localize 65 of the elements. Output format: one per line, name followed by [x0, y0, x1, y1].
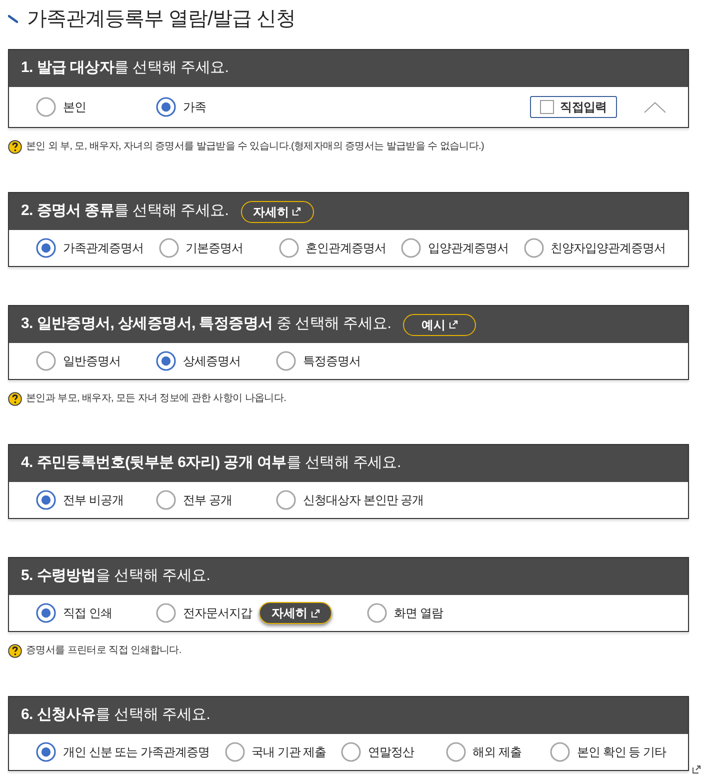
option-label: 전부 비공개 — [63, 492, 124, 509]
radio-button[interactable] — [446, 742, 466, 762]
help-icon — [8, 140, 22, 154]
radio-button[interactable] — [156, 97, 176, 117]
option-label: 일반증명서 — [63, 353, 120, 370]
radio-button[interactable] — [367, 603, 387, 623]
option-label: 혼인관계증명서 — [306, 240, 386, 257]
radio-button[interactable] — [401, 238, 421, 258]
section-heading: 4. 주민등록번호(뒷부분 6자리) 공개 여부를 선택해 주세요. — [21, 453, 401, 474]
external-link-icon — [448, 320, 458, 329]
option-label: 가족관계증명서 — [63, 240, 144, 257]
radio-button[interactable] — [224, 742, 245, 762]
radio-button[interactable] — [36, 490, 56, 510]
help-note: 증명서를 프린터로 직접 인쇄합니다. — [26, 644, 182, 658]
title-mark-icon — [8, 14, 18, 22]
section-heading: 3. 일반증명서, 상세증명서, 특정증명서 중 선택해 주세요. — [21, 314, 392, 334]
external-link-icon — [292, 207, 302, 216]
radio-button[interactable] — [36, 742, 56, 762]
section-heading: 5. 수령방법을 선택해 주세요. — [21, 566, 210, 586]
option-label: 전부 공개 — [183, 492, 232, 509]
radio-button[interactable] — [36, 238, 56, 258]
option-label: 화면 열람 — [394, 605, 443, 622]
external-link-icon — [692, 765, 701, 774]
option-label: 전자문서지갑 — [183, 605, 252, 622]
radio-button[interactable] — [36, 603, 56, 623]
radio-button[interactable] — [276, 490, 296, 510]
detail-button[interactable]: 예시 — [403, 314, 476, 336]
radio-button[interactable] — [158, 238, 178, 258]
option-label: 상세증명서 — [183, 353, 240, 370]
radio-button[interactable] — [156, 351, 176, 371]
radio-button[interactable] — [276, 351, 296, 371]
option-label: 해외 제출 — [472, 744, 522, 761]
radio-button[interactable] — [36, 351, 56, 371]
option-label: 특정증명서 — [303, 353, 360, 370]
option-label: 본인 — [63, 99, 86, 116]
detail-button[interactable]: 자세히 — [259, 602, 332, 624]
option-label: 개인 신분 또는 가족관계증명 — [63, 744, 210, 761]
radio-button[interactable] — [278, 238, 298, 258]
radio-button[interactable] — [156, 603, 176, 623]
section-heading: 6. 신청사유를 선택해 주세요. — [21, 705, 210, 726]
help-icon — [8, 644, 22, 658]
radio-button[interactable] — [550, 742, 570, 762]
help-icon — [8, 392, 22, 406]
page-title: 가족관계등록부 열람/발급 신청 — [27, 6, 296, 32]
option-label: 기본증명서 — [186, 240, 243, 257]
option-label: 가족 — [183, 99, 206, 116]
section-heading: 2. 증명서 종류를 선택해 주세요. — [21, 201, 229, 222]
radio-button[interactable] — [524, 238, 544, 258]
option-label: 연말정산 — [368, 744, 414, 761]
external-link-icon — [310, 608, 320, 618]
radio-button[interactable] — [36, 97, 56, 117]
radio-button[interactable] — [341, 742, 362, 762]
option-label: 친양자입양관계증명서 — [550, 240, 666, 257]
help-note: 본인과 부모, 배우자, 모든 자녀 정보에 관한 사항이 나옵니다. — [26, 392, 286, 406]
direct-input-button[interactable]: 직접입력 — [530, 96, 617, 118]
option-label: 국내 기관 제출 — [252, 744, 326, 761]
collapse-chevron-icon[interactable] — [644, 102, 666, 112]
option-label: 본인 확인 등 기타 — [576, 744, 666, 761]
help-note: 본인 외 부, 모, 배우자, 자녀의 증명서를 발급받을 수 있습니다.(형제자매의 증명서는 발급받을 수 없습니다.) — [26, 140, 484, 154]
detail-button[interactable]: 자세히 — [240, 200, 314, 222]
option-label: 입양관계증명서 — [428, 240, 508, 257]
radio-button[interactable] — [156, 490, 176, 510]
section-heading: 1. 발급 대상자를 선택해 주세요. — [21, 58, 229, 78]
option-label: 직접 인쇄 — [63, 605, 112, 622]
option-label: 신청대상자 본인만 공개 — [303, 492, 424, 509]
